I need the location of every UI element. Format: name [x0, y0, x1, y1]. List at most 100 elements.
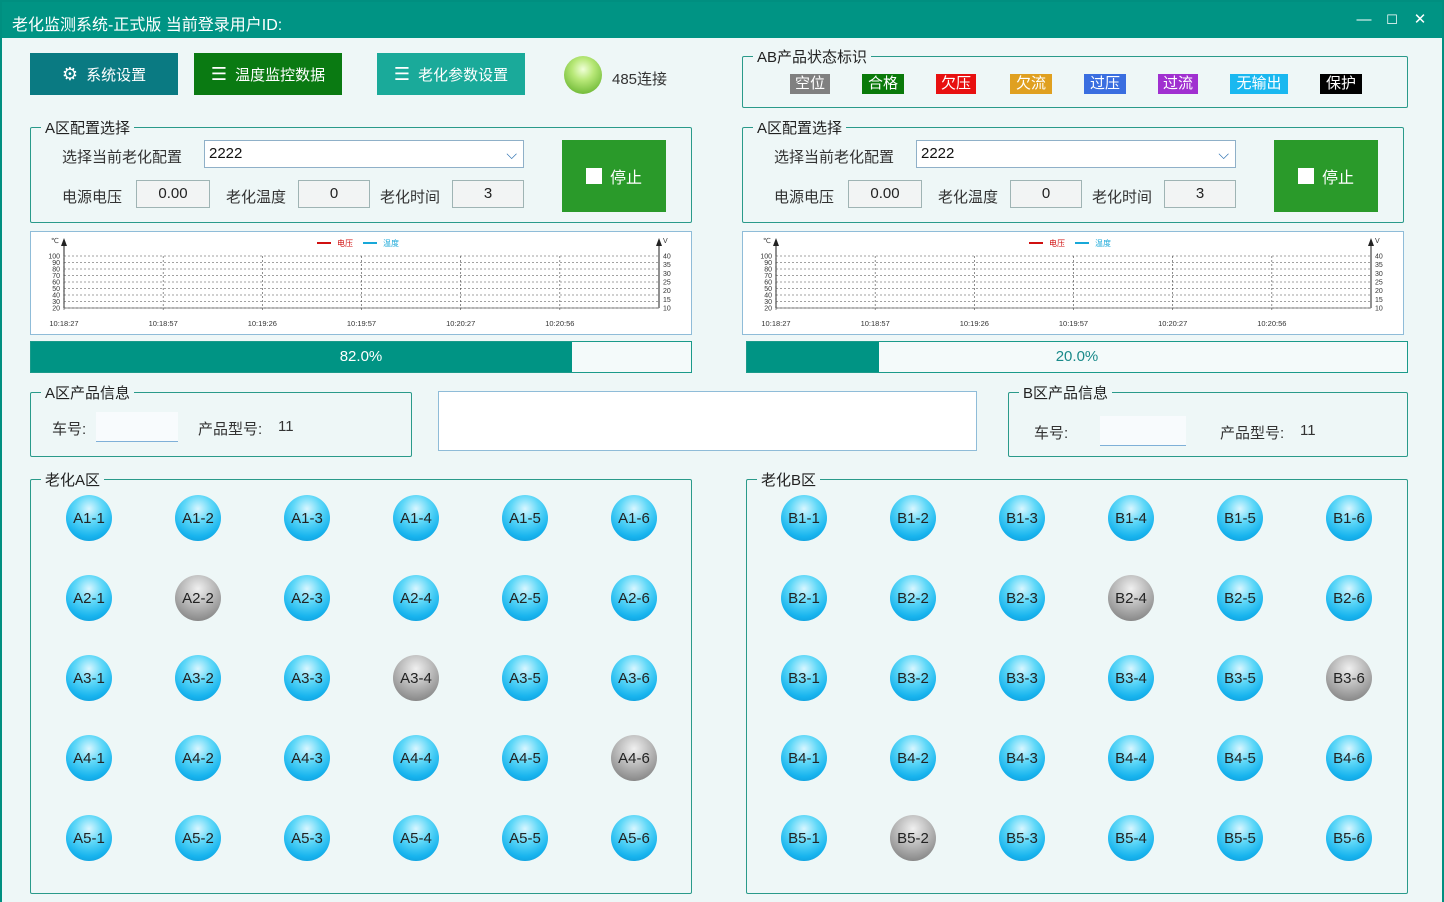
- slot-b5-5[interactable]: B5-5: [1217, 815, 1263, 861]
- slot-b5-3[interactable]: B5-3: [999, 815, 1045, 861]
- slot-a1-6[interactable]: A1-6: [611, 495, 657, 541]
- slot-b2-4[interactable]: B2-4: [1108, 575, 1154, 621]
- message-box[interactable]: [438, 391, 977, 451]
- x-tick-label: 10:18:57: [149, 319, 178, 328]
- slot-a5-2[interactable]: A5-2: [175, 815, 221, 861]
- slot-a1-2[interactable]: A1-2: [175, 495, 221, 541]
- slot-a3-1[interactable]: A3-1: [66, 655, 112, 701]
- slot-b1-5[interactable]: B1-5: [1217, 495, 1263, 541]
- slot-a1-4[interactable]: A1-4: [393, 495, 439, 541]
- product-b-car-input[interactable]: [1100, 416, 1186, 446]
- slot-b3-5[interactable]: B3-5: [1217, 655, 1263, 701]
- slot-a2-6[interactable]: A2-6: [611, 575, 657, 621]
- system-settings-button[interactable]: ⚙ 系统设置: [30, 53, 178, 95]
- slot-b3-3[interactable]: B3-3: [999, 655, 1045, 701]
- slot-b4-5[interactable]: B4-5: [1217, 735, 1263, 781]
- slot-a4-2[interactable]: A4-2: [175, 735, 221, 781]
- progress-b: 20.0%: [746, 341, 1408, 373]
- slot-b2-1[interactable]: B2-1: [781, 575, 827, 621]
- config-a-select[interactable]: 2222 ⌵: [204, 140, 524, 168]
- y-right-tick: 10: [1375, 306, 1383, 313]
- config-a-select-value: 2222: [209, 145, 243, 162]
- slot-a1-1[interactable]: A1-1: [66, 495, 112, 541]
- slot-a2-3[interactable]: A2-3: [284, 575, 330, 621]
- slot-a5-4[interactable]: A5-4: [393, 815, 439, 861]
- slot-b1-6[interactable]: B1-6: [1326, 495, 1372, 541]
- slot-a5-5[interactable]: A5-5: [502, 815, 548, 861]
- maximize-button[interactable]: ☐: [1382, 10, 1402, 30]
- slot-b5-6[interactable]: B5-6: [1326, 815, 1372, 861]
- y-right-tick: 35: [1375, 262, 1383, 269]
- slot-a2-5[interactable]: A2-5: [502, 575, 548, 621]
- config-a-time[interactable]: 3: [452, 180, 524, 208]
- slot-b4-1[interactable]: B4-1: [781, 735, 827, 781]
- right-unit-label: V: [1375, 238, 1380, 245]
- slot-b3-4[interactable]: B3-4: [1108, 655, 1154, 701]
- slot-b4-3[interactable]: B4-3: [999, 735, 1045, 781]
- config-a-title: A区配置选择: [45, 120, 131, 137]
- config-b-temp[interactable]: 0: [1010, 180, 1082, 208]
- slot-b4-4[interactable]: B4-4: [1108, 735, 1154, 781]
- config-a-stop-button[interactable]: 停止: [562, 140, 666, 212]
- slot-b1-2[interactable]: B1-2: [890, 495, 936, 541]
- slot-b5-1[interactable]: B5-1: [781, 815, 827, 861]
- config-a-temp[interactable]: 0: [298, 180, 370, 208]
- window-title: 老化监测系统-正式版 当前登录用户ID:: [12, 17, 283, 34]
- slot-b2-6[interactable]: B2-6: [1326, 575, 1372, 621]
- slot-a3-3[interactable]: A3-3: [284, 655, 330, 701]
- slot-b3-1[interactable]: B3-1: [781, 655, 827, 701]
- slot-a1-3[interactable]: A1-3: [284, 495, 330, 541]
- config-b-stop-button[interactable]: 停止: [1274, 140, 1378, 212]
- slot-a4-3[interactable]: A4-3: [284, 735, 330, 781]
- slot-a2-2[interactable]: A2-2: [175, 575, 221, 621]
- slot-a3-2[interactable]: A3-2: [175, 655, 221, 701]
- slot-b1-4[interactable]: B1-4: [1108, 495, 1154, 541]
- slot-a5-1[interactable]: A5-1: [66, 815, 112, 861]
- slot-a5-6[interactable]: A5-6: [611, 815, 657, 861]
- config-b-voltage-label: 电源电压: [774, 189, 835, 206]
- slot-b4-2[interactable]: B4-2: [890, 735, 936, 781]
- slot-a2-4[interactable]: A2-4: [393, 575, 439, 621]
- status-tag: 欠流: [1010, 74, 1052, 94]
- slot-b2-5[interactable]: B2-5: [1217, 575, 1263, 621]
- slot-a4-1[interactable]: A4-1: [66, 735, 112, 781]
- slot-b1-3[interactable]: B1-3: [999, 495, 1045, 541]
- config-b-voltage[interactable]: 0.00: [848, 180, 922, 208]
- config-b-time-label: 老化时间: [1092, 189, 1153, 206]
- slot-a3-6[interactable]: A3-6: [611, 655, 657, 701]
- slot-a4-5[interactable]: A4-5: [502, 735, 548, 781]
- slot-b2-2[interactable]: B2-2: [890, 575, 936, 621]
- slot-a1-5[interactable]: A1-5: [502, 495, 548, 541]
- slot-b2-3[interactable]: B2-3: [999, 575, 1045, 621]
- x-tick-label: 10:20:56: [1257, 319, 1286, 328]
- config-b-time[interactable]: 3: [1164, 180, 1236, 208]
- slot-a2-1[interactable]: A2-1: [66, 575, 112, 621]
- left-axis-arrow: [773, 238, 779, 246]
- slot-b1-1[interactable]: B1-1: [781, 495, 827, 541]
- gear-icon: ⚙: [61, 63, 79, 84]
- slot-b3-2[interactable]: B3-2: [890, 655, 936, 701]
- slot-b5-2[interactable]: B5-2: [890, 815, 936, 861]
- aging-params-button[interactable]: ☰ 老化参数设置: [377, 53, 525, 95]
- connection-label: 485连接: [612, 71, 668, 88]
- config-b-temp-label: 老化温度: [938, 189, 999, 206]
- product-a-car-input[interactable]: [96, 412, 178, 442]
- slot-a4-6[interactable]: A4-6: [611, 735, 657, 781]
- slot-a4-4[interactable]: A4-4: [393, 735, 439, 781]
- slot-b5-4[interactable]: B5-4: [1108, 815, 1154, 861]
- config-b-stop-label: 停止: [1321, 170, 1354, 187]
- config-b-select[interactable]: 2222 ⌵: [916, 140, 1236, 168]
- minimize-button[interactable]: —: [1354, 10, 1374, 30]
- close-button[interactable]: ✕: [1410, 10, 1430, 30]
- config-b-title: A区配置选择: [757, 120, 843, 137]
- product-b-model-label: 产品型号:: [1220, 425, 1285, 442]
- slot-a3-4[interactable]: A3-4: [393, 655, 439, 701]
- slot-b4-6[interactable]: B4-6: [1326, 735, 1372, 781]
- config-a-voltage[interactable]: 0.00: [136, 180, 210, 208]
- hamburger-icon: ☰: [393, 63, 411, 84]
- temp-data-button[interactable]: ☰ 温度监控数据: [194, 53, 342, 95]
- slot-a5-3[interactable]: A5-3: [284, 815, 330, 861]
- slot-a3-5[interactable]: A3-5: [502, 655, 548, 701]
- slot-b3-6[interactable]: B3-6: [1326, 655, 1372, 701]
- config-b-select-value: 2222: [921, 145, 955, 162]
